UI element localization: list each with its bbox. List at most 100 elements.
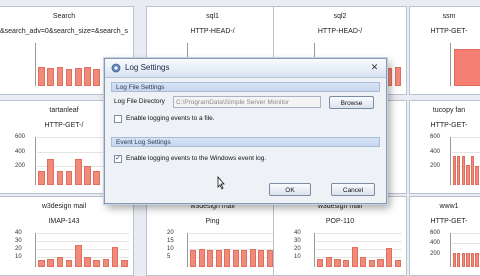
panel-subtitle: HTTP-HEAD-/: [190, 28, 235, 35]
bar: [93, 260, 101, 267]
bar: [360, 256, 367, 267]
bar: [75, 67, 82, 86]
panel-subtitle: HTTP-GET-: [430, 122, 468, 129]
bar: [470, 252, 475, 267]
bar: [84, 165, 91, 185]
bar: [470, 156, 475, 185]
log-file-directory-input[interactable]: [173, 96, 321, 108]
mouse-cursor-icon: [217, 176, 225, 190]
bar: [466, 252, 470, 267]
bar: [351, 246, 358, 267]
bar: [224, 249, 231, 267]
y-tick-label: 400: [15, 148, 26, 155]
bar: [38, 66, 45, 86]
panel-subtitle: IMAP-143: [48, 218, 80, 225]
bar: [198, 249, 205, 267]
bar: [38, 260, 45, 267]
monitor-panel[interactable]: w3design mail IMAP-143 40 30 20 10: [0, 196, 134, 276]
bar: [258, 250, 265, 267]
y-tick-label: 40: [294, 230, 301, 236]
y-axis: [35, 233, 36, 267]
bar: [368, 260, 375, 267]
y-tick-label: 5: [167, 253, 171, 260]
gridline: [452, 233, 480, 234]
enable-event-log-checkbox[interactable]: ✓: [114, 155, 122, 163]
panel-subtitle: Ping: [205, 218, 220, 225]
y-tick-label: 600: [15, 134, 26, 140]
bar: [475, 253, 479, 267]
panel-subtitle: POP-110: [325, 218, 355, 225]
close-icon[interactable]: ✕: [369, 62, 380, 73]
gridline: [189, 240, 274, 242]
dialog-titlebar[interactable]: Log Settings ✕: [105, 59, 386, 78]
y-tick-label: 20: [294, 245, 301, 252]
monitor-panel[interactable]: www1 HTTP-GET- 600 400 200: [409, 196, 480, 276]
bar: [249, 249, 256, 267]
panel-title: sql1: [206, 13, 219, 20]
bar: [47, 158, 55, 185]
bar: [317, 258, 324, 267]
bar: [232, 250, 239, 267]
cancel-button[interactable]: Cancel: [331, 183, 375, 196]
y-tick-label: 200: [15, 163, 26, 170]
bar: [377, 258, 384, 267]
panel-subtitle: HTTP-GET-: [430, 28, 468, 35]
y-tick-label: 30: [294, 237, 301, 244]
gear-icon: [111, 63, 121, 73]
bar: [93, 170, 101, 185]
y-tick-label: 10: [167, 245, 174, 252]
panel-subtitle: HTTP-HEAD-/: [317, 28, 363, 35]
y-axis: [187, 233, 188, 267]
gridline: [452, 151, 480, 153]
gridline: [37, 233, 129, 234]
bar: [452, 253, 456, 267]
panel-title: w3design mail: [190, 203, 235, 210]
bar: [47, 258, 55, 267]
panel-title: ssm: [442, 13, 456, 20]
y-tick-label: 20: [15, 245, 22, 252]
ok-button[interactable]: OK: [269, 183, 311, 196]
bar: [215, 250, 222, 267]
log-file-settings-header: Log File Settings: [111, 82, 380, 92]
bar: [93, 68, 101, 86]
bar: [65, 260, 73, 267]
panel-title: w3design mail: [317, 203, 363, 210]
bar: [56, 256, 64, 267]
enable-file-logging-checkbox[interactable]: [114, 115, 122, 123]
bar: [394, 67, 401, 86]
y-tick-label: 600: [430, 134, 441, 140]
bar: [75, 158, 82, 185]
event-log-settings-header: Event Log Settings: [111, 137, 380, 147]
bar: [38, 170, 45, 185]
monitor-panel[interactable]: w3design mail POP-110 40 30 20 10: [273, 196, 407, 276]
monitor-panel[interactable]: tucopy fan HTTP-GET- 600 400 200: [409, 100, 480, 194]
bar: [457, 252, 461, 267]
enable-event-log-label: Enable logging events to the Windows eve…: [126, 155, 267, 162]
bar: [56, 67, 64, 86]
y-tick-label: 200: [430, 250, 441, 257]
enable-file-logging-label: Enable logging events to a file.: [126, 115, 215, 122]
bar: [65, 170, 73, 185]
gridline: [316, 233, 402, 234]
monitor-panel[interactable]: w3design mail Ping 20 15 10 5: [146, 196, 279, 276]
dialog-title: Log Settings: [125, 63, 170, 72]
bar: [475, 165, 479, 185]
y-axis: [450, 137, 451, 185]
y-tick-label: 400: [430, 240, 441, 247]
bar: [102, 258, 110, 267]
panel-title: www1: [439, 203, 459, 210]
bar: [461, 252, 466, 267]
gridline: [452, 137, 480, 138]
bar: [334, 258, 341, 267]
panel-title: tucopy fan: [432, 107, 466, 114]
panel-subtitle: HTTP-GET-: [430, 218, 468, 225]
y-tick-label: 600: [430, 230, 441, 236]
bar: [47, 67, 55, 86]
bar: [325, 256, 332, 267]
y-tick-label: 30: [15, 237, 22, 244]
browse-button[interactable]: Browse: [329, 96, 374, 109]
bar: [84, 256, 91, 267]
monitor-panel[interactable]: ssm HTTP-GET-: [409, 6, 480, 95]
y-axis: [35, 43, 36, 86]
y-tick-label: 10: [294, 253, 301, 260]
